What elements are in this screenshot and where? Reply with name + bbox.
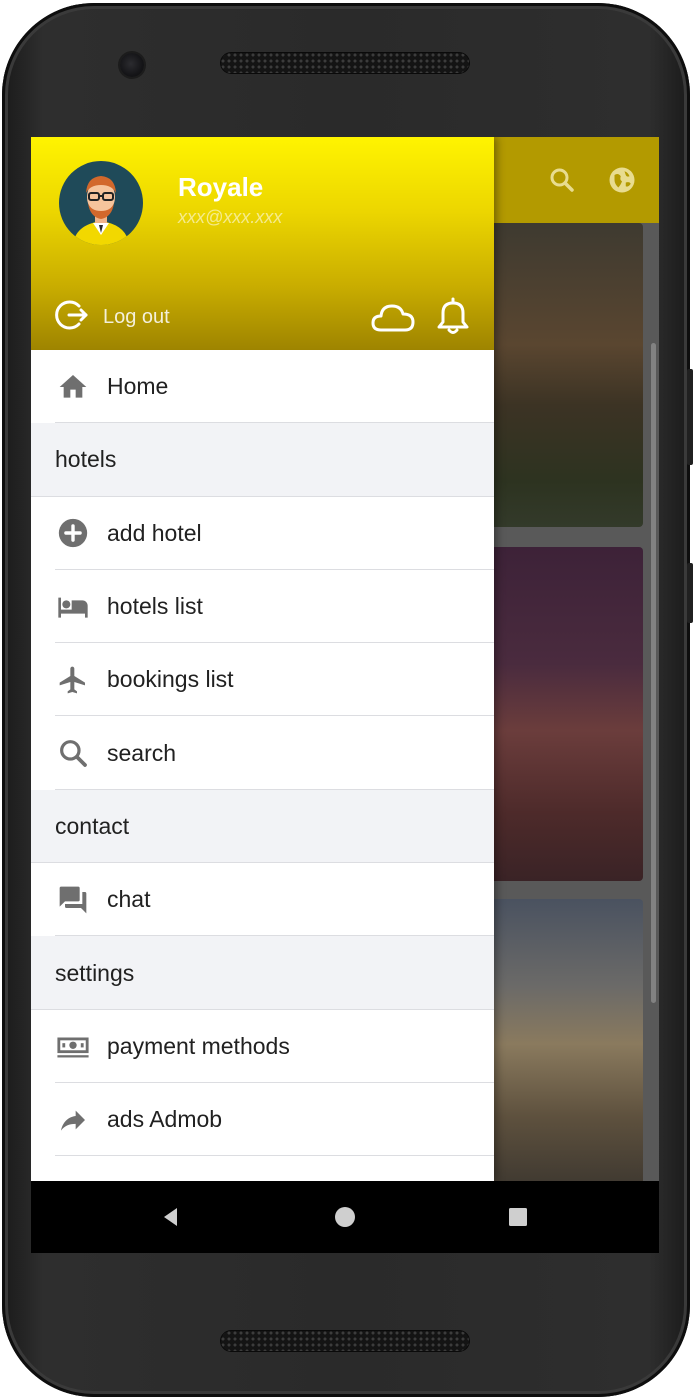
section-header-settings: settings [31,936,494,1010]
user-name: Royale [178,172,264,202]
scrollbar[interactable] [651,343,656,1003]
back-icon[interactable] [157,1203,185,1231]
section-label: hotels [55,446,117,473]
menu-item-chat[interactable]: chat [31,863,494,937]
share-arrow-icon [55,1102,91,1138]
menu-item-ads-admob[interactable]: ads Admob [31,1082,494,1157]
power-button [687,563,693,623]
menu-item-label: payment methods [107,1032,290,1059]
money-icon [55,1028,91,1064]
section-label: contact [55,812,130,839]
menu-item-bookings-list[interactable]: bookings list [31,643,494,717]
navigation-drawer: Royale xxx@xxx.xxx Log out Home hotels a… [31,137,494,1181]
recents-square-icon[interactable] [504,1203,532,1231]
menu-item-label: search [107,739,177,766]
menu-item-label: hotels list [107,593,203,620]
menu-item-label: Home [107,373,169,400]
menu-item-label: bookings list [107,666,234,693]
menu-item-search[interactable]: search [31,716,494,790]
front-camera [120,53,144,77]
menu-item-add-hotel[interactable]: add hotel [31,496,494,570]
system-nav-bar [31,1181,659,1253]
bottom-speaker [220,1330,470,1352]
top-speaker [220,52,470,74]
menu-item-label: chat [107,886,151,913]
drawer-header: Royale xxx@xxx.xxx Log out [31,137,494,350]
volume-button [687,369,693,465]
search-icon [55,735,91,771]
search-icon[interactable] [547,165,577,195]
home-icon [55,369,91,405]
logout-label: Log out [103,305,170,328]
cloud-icon[interactable] [371,297,415,337]
menu-item-label: add hotel [107,519,202,546]
logout-button[interactable]: Log out [55,299,170,335]
logout-icon [55,297,91,338]
bell-icon[interactable] [431,297,475,337]
divider [55,1155,494,1157]
screen: Royale xxx@xxx.xxx Log out Home hotels a… [31,137,659,1253]
menu-item-home[interactable]: Home [31,350,494,424]
section-header-hotels: hotels [31,423,494,497]
home-circle-icon[interactable] [331,1203,359,1231]
menu-item-label: ads Admob [107,1106,223,1133]
drawer-menu: Home hotels add hotel hotels list bookin… [31,350,494,1157]
globe-icon[interactable] [607,165,637,195]
hotel-photo[interactable] [471,899,643,1189]
airplane-icon [55,662,91,698]
chat-icon [55,882,91,918]
section-label: settings [55,959,135,986]
section-header-contact: contact [31,789,494,864]
hotel-photo[interactable] [471,547,643,881]
add-circle-icon [55,515,91,551]
avatar[interactable] [59,161,143,245]
bed-icon [55,589,91,625]
hotel-photo[interactable] [471,223,643,527]
menu-item-hotels-list[interactable]: hotels list [31,569,494,644]
menu-item-payment-methods[interactable]: payment methods [31,1009,494,1083]
user-email: xxx@xxx.xxx [178,207,283,227]
